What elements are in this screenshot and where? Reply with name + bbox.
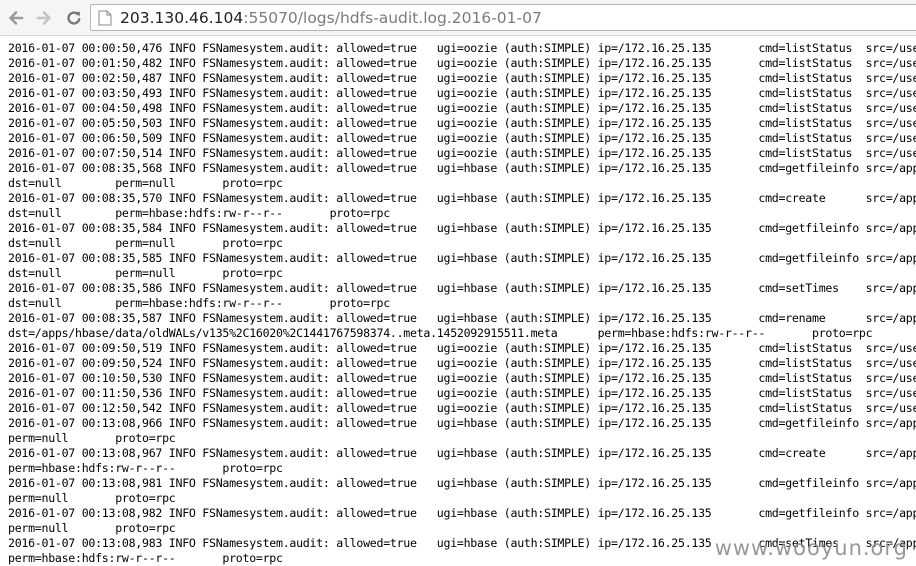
log-line: 2016-01-07 00:04:50,498 INFO FSNamesyste… bbox=[8, 101, 916, 115]
reload-button[interactable] bbox=[62, 6, 86, 30]
log-line: 2016-01-07 00:06:50,509 INFO FSNamesyste… bbox=[8, 131, 916, 145]
log-line: 2016-01-07 00:08:35,586 INFO FSNamesyste… bbox=[8, 281, 916, 295]
log-line: 2016-01-07 00:13:08,967 INFO FSNamesyste… bbox=[8, 446, 916, 460]
log-line: 2016-01-07 00:12:50,542 INFO FSNamesyste… bbox=[8, 401, 916, 415]
log-line: 2016-01-07 00:09:50,519 INFO FSNamesyste… bbox=[8, 341, 916, 355]
log-line: 2016-01-07 00:05:50,503 INFO FSNamesyste… bbox=[8, 116, 916, 130]
log-line: dst=null perm=hbase:hdfs:rw-r--r-- proto… bbox=[8, 206, 390, 220]
log-line: 2016-01-07 00:13:08,981 INFO FSNamesyste… bbox=[8, 476, 916, 490]
back-button[interactable] bbox=[4, 6, 28, 30]
log-line: 2016-01-07 00:08:35,587 INFO FSNamesyste… bbox=[8, 311, 916, 325]
log-line: 2016-01-07 00:08:35,570 INFO FSNamesyste… bbox=[8, 191, 916, 205]
reload-icon bbox=[67, 11, 81, 25]
forward-button[interactable] bbox=[32, 6, 56, 30]
log-line: 2016-01-07 00:01:50,482 INFO FSNamesyste… bbox=[8, 56, 916, 70]
log-line: 2016-01-07 00:10:50,530 INFO FSNamesyste… bbox=[8, 371, 916, 385]
log-line: perm=null proto=rpc bbox=[8, 491, 176, 505]
log-line: 2016-01-07 00:13:08,966 INFO FSNamesyste… bbox=[8, 416, 916, 430]
log-line: dst=null perm=null proto=rpc bbox=[8, 266, 283, 280]
log-line: 2016-01-07 00:11:50,536 INFO FSNamesyste… bbox=[8, 386, 916, 400]
log-line: 2016-01-07 00:03:50,493 INFO FSNamesyste… bbox=[8, 86, 916, 100]
back-arrow-icon bbox=[9, 11, 24, 25]
log-line: 2016-01-07 00:09:50,524 INFO FSNamesyste… bbox=[8, 356, 916, 370]
log-line: perm=hbase:hdfs:rw-r--r-- proto=rpc bbox=[8, 461, 283, 475]
log-line: 2016-01-07 00:00:50,476 INFO FSNamesyste… bbox=[8, 41, 916, 55]
log-line: dst=/apps/hbase/data/oldWALs/v135%2C1602… bbox=[8, 326, 873, 340]
url-text[interactable]: 203.130.46.104:55070/logs/hdfs-audit.log… bbox=[120, 9, 542, 27]
log-line: 2016-01-07 00:08:35,568 INFO FSNamesyste… bbox=[8, 161, 916, 175]
log-line: 2016-01-07 00:02:50,487 INFO FSNamesyste… bbox=[8, 71, 916, 85]
address-bar[interactable]: 203.130.46.104:55070/logs/hdfs-audit.log… bbox=[90, 4, 916, 31]
log-line: dst=null perm=hbase:hdfs:rw-r--r-- proto… bbox=[8, 296, 390, 310]
url-path: :55070/logs/hdfs-audit.log.2016-01-07 bbox=[243, 8, 542, 27]
log-line: perm=null proto=rpc bbox=[8, 431, 176, 445]
log-line: 2016-01-07 00:08:35,585 INFO FSNamesyste… bbox=[8, 251, 916, 265]
log-line: 2016-01-07 00:13:08,982 INFO FSNamesyste… bbox=[8, 506, 916, 520]
watermark: www.wooyun.org bbox=[714, 536, 908, 560]
log-line: perm=hbase:hdfs:rw-r--r-- proto=rpc bbox=[8, 551, 283, 565]
log-line: perm=null proto=rpc bbox=[8, 521, 176, 535]
log-line: dst=null perm=null proto=rpc bbox=[8, 236, 283, 250]
log-text: 2016-01-07 00:00:50,476 INFO FSNamesyste… bbox=[0, 36, 916, 566]
page-icon bbox=[98, 10, 112, 25]
browser-toolbar: 203.130.46.104:55070/logs/hdfs-audit.log… bbox=[0, 0, 916, 36]
log-line: 2016-01-07 00:07:50,514 INFO FSNamesyste… bbox=[8, 146, 916, 160]
forward-arrow-icon bbox=[36, 11, 51, 25]
log-line: dst=null perm=null proto=rpc bbox=[8, 176, 283, 190]
page-content: 2016-01-07 00:00:50,476 INFO FSNamesyste… bbox=[0, 36, 916, 566]
log-line: 2016-01-07 00:08:35,584 INFO FSNamesyste… bbox=[8, 221, 916, 235]
url-host: 203.130.46.104 bbox=[120, 8, 244, 27]
